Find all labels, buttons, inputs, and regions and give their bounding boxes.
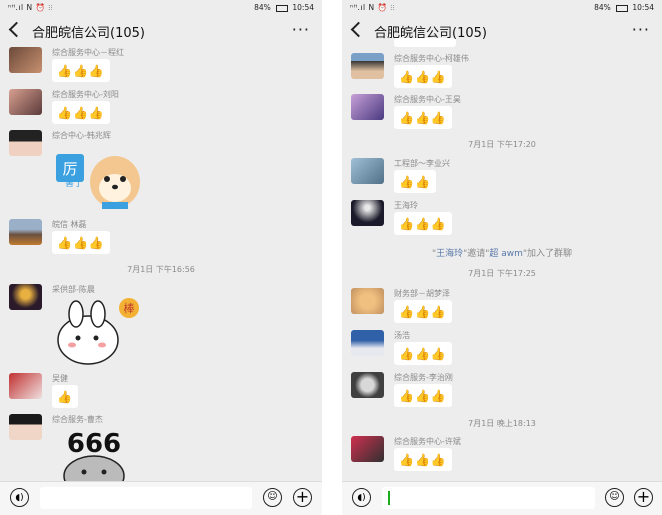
chat-title: 合肥皖信公司(105) — [32, 26, 145, 41]
text-cursor — [388, 491, 390, 505]
message-bubble[interactable]: 👍 👍 👍 — [394, 300, 452, 323]
avatar[interactable] — [9, 414, 42, 440]
chat-screen-right: ⁿᴴ.ıl N ⏰ ⫶⫶ 84% 10:54 合肥皖信公司(105) ··· 综… — [342, 0, 662, 515]
status-bar: ⁿᴴ.ıl N ⏰ ⫶⫶ 84% 10:54 — [342, 0, 662, 15]
message-input[interactable] — [40, 487, 252, 509]
avatar[interactable] — [9, 284, 42, 310]
avatar[interactable] — [9, 47, 42, 73]
message-bubble[interactable]: 👍 👍 👍 — [394, 106, 452, 129]
message-bubble[interactable]: 👍 👍 👍 — [394, 384, 452, 407]
input-bar: ◖) ☺ + — [0, 481, 322, 515]
bunny-sticker[interactable]: 棒 — [52, 298, 144, 368]
timestamp: 7月1日 晚上18:13 — [468, 419, 536, 428]
sender-name: 工程部～李业兴 — [394, 159, 450, 168]
avatar[interactable] — [351, 330, 384, 356]
clock: 10:54 — [292, 3, 314, 12]
avatar[interactable] — [9, 373, 42, 399]
chat-header: 合肥皖信公司(105) ··· — [0, 15, 322, 47]
svg-text:害了: 害了 — [65, 177, 83, 189]
sender-name: 采供部-陈晨 — [52, 285, 95, 294]
sender-name: 综合服务中心－程红 — [52, 48, 124, 57]
message-bubble[interactable]: 👍 👍 👍 — [394, 342, 452, 365]
sender-name: 综合服务中心-王昊 — [394, 95, 461, 104]
sender-name: 综合服务中心-柯雄伟 — [394, 54, 469, 63]
avatar[interactable] — [9, 130, 42, 156]
plus-icon[interactable]: + — [634, 488, 653, 507]
sender-name: 综合中心-韩兆辉 — [52, 131, 111, 140]
timestamp: 7月1日 下午16:56 — [127, 265, 195, 274]
avatar[interactable] — [351, 53, 384, 79]
message-bubble[interactable]: 👍 👍 👍 — [394, 448, 452, 471]
dog-sticker[interactable]: 厉 害了 — [52, 146, 146, 212]
avatar[interactable] — [351, 200, 384, 226]
avatar[interactable] — [351, 436, 384, 462]
sender-name: 综合服务-曹杰 — [52, 415, 103, 424]
timestamp: 7月1日 下午17:20 — [468, 140, 536, 149]
cat-666-sticker[interactable]: 666 — [52, 426, 138, 497]
sender-name: 吴健 — [52, 374, 68, 383]
svg-text:厉: 厉 — [62, 160, 77, 178]
signal-status: ⁿᴴ.ıl N ⏰ ⫶⫶ — [8, 3, 53, 12]
sender-name: 综合服务-李治刚 — [394, 373, 453, 382]
svg-text:棒: 棒 — [124, 301, 135, 315]
sender-name: 皖信 林磊 — [52, 220, 87, 229]
avatar[interactable] — [351, 288, 384, 314]
timestamp: 7月1日 下午17:25 — [468, 269, 536, 278]
system-message: "王海玲"邀请"超 awm"加入了群聊 — [431, 249, 573, 259]
sender-name: 综合服务中心-许斌 — [394, 437, 461, 446]
clock: 10:54 — [632, 3, 654, 12]
message-bubble[interactable] — [394, 38, 456, 47]
battery-icon — [275, 4, 288, 12]
back-icon[interactable] — [350, 21, 367, 38]
status-bar: ⁿᴴ.ıl N ⏰ ⫶⫶ 84% 10:54 — [0, 0, 322, 15]
back-icon[interactable] — [8, 21, 25, 38]
avatar[interactable] — [9, 219, 42, 245]
signal-status: ⁿᴴ.ıl N ⏰ ⫶⫶ — [350, 3, 395, 12]
sender-name: 王海玲 — [394, 201, 418, 210]
emoji-icon[interactable]: ☺ — [263, 488, 282, 507]
voice-input-icon[interactable]: ◖) — [10, 488, 29, 507]
battery-level: 84% — [594, 3, 611, 12]
plus-icon[interactable]: + — [293, 488, 312, 507]
sender-name: 综合服务中心-刘阳 — [52, 90, 119, 99]
message-input[interactable] — [382, 487, 595, 509]
message-bubble[interactable]: 👍 👍 — [394, 170, 436, 193]
sender-name: 汤浩 — [394, 331, 410, 340]
sender-name: 财务部－胡梦泽 — [394, 289, 450, 298]
message-bubble[interactable]: 👍 — [52, 385, 78, 408]
svg-text:666: 666 — [67, 429, 121, 459]
message-bubble[interactable]: 👍 👍 👍 — [52, 59, 110, 82]
message-bubble[interactable]: 👍 👍 👍 — [52, 101, 110, 124]
message-bubble[interactable]: 👍 👍 👍 — [394, 65, 452, 88]
avatar[interactable] — [351, 158, 384, 184]
chat-header: 合肥皖信公司(105) ··· — [342, 15, 662, 47]
chat-screen-left: ⁿᴴ.ıl N ⏰ ⫶⫶ 84% 10:54 合肥皖信公司(105) ··· 综… — [0, 0, 322, 515]
battery-level: 84% — [254, 3, 271, 12]
avatar[interactable] — [351, 372, 384, 398]
more-options-icon[interactable]: ··· — [292, 20, 310, 39]
battery-icon — [615, 4, 628, 12]
emoji-icon[interactable]: ☺ — [605, 488, 624, 507]
message-bubble[interactable]: 👍 👍 👍 — [52, 231, 110, 254]
input-bar: ◖) ☺ + — [342, 481, 662, 515]
avatar[interactable] — [351, 94, 384, 120]
more-options-icon[interactable]: ··· — [632, 20, 650, 39]
message-bubble[interactable]: 👍 👍 👍 — [394, 212, 452, 235]
avatar[interactable] — [9, 89, 42, 115]
voice-input-icon[interactable]: ◖) — [352, 488, 371, 507]
